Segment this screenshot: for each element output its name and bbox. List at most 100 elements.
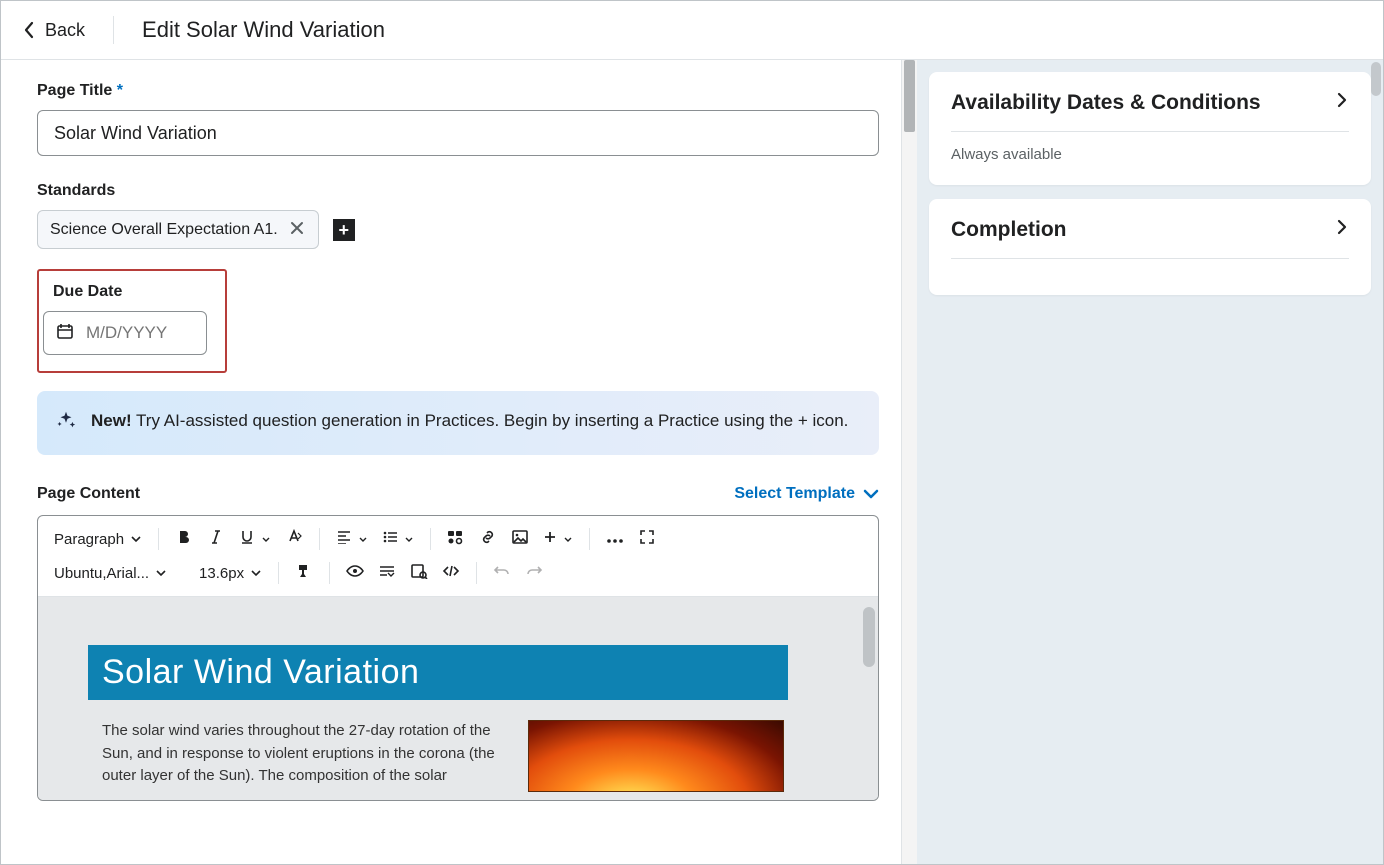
more-actions-button[interactable] (600, 524, 630, 554)
font-family-select[interactable]: Ubuntu,Arial... (48, 558, 173, 588)
toolbar-separator (589, 528, 590, 550)
doc-title: Solar Wind Variation (88, 645, 788, 700)
toolbar-separator (476, 562, 477, 584)
underline-button[interactable] (233, 524, 277, 554)
availability-header[interactable]: Availability Dates & Conditions (951, 90, 1349, 115)
toolbar-separator (430, 528, 431, 550)
chevron-down-icon (563, 531, 573, 548)
doc-image-sun (528, 720, 784, 792)
main-pane: Page Title * Standards Science Overall E… (1, 59, 917, 864)
side-scrollbar-thumb[interactable] (1371, 62, 1381, 96)
editor-canvas[interactable]: Solar Wind Variation The solar wind vari… (38, 597, 878, 800)
doc-paragraph: The solar wind varies throughout the 27-… (102, 720, 502, 792)
text-color-button[interactable] (279, 524, 309, 554)
fullscreen-icon (639, 529, 655, 549)
back-label: Back (45, 20, 85, 41)
availability-status: Always available (951, 146, 1349, 163)
due-date-input-wrap[interactable] (43, 311, 207, 355)
add-standard-button[interactable]: + (333, 219, 355, 241)
required-mark: * (117, 82, 123, 99)
card-divider (951, 131, 1349, 132)
due-date-label: Due Date (53, 283, 207, 301)
chevron-down-icon (863, 488, 879, 500)
editor-document: Solar Wind Variation The solar wind vari… (88, 645, 788, 792)
word-count-button[interactable] (372, 558, 402, 588)
bold-icon (176, 529, 192, 549)
ai-banner: New! Try AI-assisted question generation… (37, 391, 879, 455)
block-format-select[interactable]: Paragraph (48, 524, 148, 554)
sparkle-icon (55, 409, 77, 439)
standards-field: Standards Science Overall Expectation A1… (37, 182, 887, 249)
format-painter-button[interactable] (289, 558, 319, 588)
card-divider (951, 258, 1349, 259)
align-left-icon (336, 530, 352, 548)
main-scrollbar[interactable] (901, 60, 917, 864)
chevron-right-icon (1335, 90, 1349, 115)
undo-icon (493, 564, 511, 582)
plus-icon (543, 530, 557, 548)
eye-icon (346, 564, 364, 582)
insert-more-button[interactable] (537, 524, 579, 554)
chevron-right-icon (1335, 217, 1349, 242)
redo-icon (525, 564, 543, 582)
app-header: Back Edit Solar Wind Variation (1, 1, 1383, 59)
main-scrollbar-thumb[interactable] (904, 60, 915, 132)
preview-button[interactable] (404, 558, 434, 588)
chevron-down-icon (155, 565, 167, 582)
remove-chip-button[interactable] (288, 219, 306, 240)
insert-stuff-button[interactable] (441, 524, 471, 554)
text-color-icon (285, 529, 303, 549)
code-icon (442, 564, 460, 582)
bold-button[interactable] (169, 524, 199, 554)
align-button[interactable] (330, 524, 374, 554)
editor-toolbar: Paragraph (38, 516, 878, 597)
calendar-icon (56, 322, 74, 345)
page-title-label: Page Title (37, 82, 112, 99)
page-title: Edit Solar Wind Variation (142, 17, 385, 43)
completion-card: Completion (929, 199, 1371, 295)
word-count-icon (378, 564, 396, 582)
select-template-button[interactable]: Select Template (734, 485, 879, 503)
page-content-header: Page Content Select Template (37, 485, 879, 503)
editor-scrollbar[interactable] (863, 607, 875, 667)
rich-text-editor: Paragraph (37, 515, 879, 801)
fullscreen-button[interactable] (632, 524, 662, 554)
completion-header[interactable]: Completion (951, 217, 1349, 242)
due-date-field: Due Date (37, 269, 227, 373)
accessibility-button[interactable] (340, 558, 370, 588)
redo-button[interactable] (519, 558, 549, 588)
image-button[interactable] (505, 524, 535, 554)
completion-title: Completion (951, 218, 1067, 242)
standards-chip[interactable]: Science Overall Expectation A1. (37, 210, 319, 249)
ai-banner-text: New! Try AI-assisted question generation… (91, 407, 848, 434)
ai-banner-bold: New! (91, 411, 132, 430)
toolbar-separator (278, 562, 279, 584)
page-title-input[interactable] (37, 110, 879, 156)
font-size-select[interactable]: 13.6px (193, 558, 268, 588)
italic-button[interactable] (201, 524, 231, 554)
more-icon (606, 531, 624, 548)
back-button[interactable]: Back (23, 16, 85, 45)
close-icon (290, 221, 304, 238)
standards-chip-label: Science Overall Expectation A1. (50, 221, 278, 239)
standards-label: Standards (37, 182, 887, 200)
undo-button[interactable] (487, 558, 517, 588)
due-date-input[interactable] (84, 322, 194, 344)
page-title-field: Page Title * (37, 82, 887, 156)
chevron-down-icon (130, 531, 142, 548)
availability-card: Availability Dates & Conditions Always a… (929, 72, 1371, 185)
image-icon (511, 529, 529, 549)
italic-icon (208, 529, 224, 549)
header-divider (113, 16, 114, 44)
list-icon (382, 530, 398, 548)
link-button[interactable] (473, 524, 503, 554)
list-button[interactable] (376, 524, 420, 554)
source-code-button[interactable] (436, 558, 466, 588)
availability-title: Availability Dates & Conditions (951, 91, 1261, 115)
plus-icon: + (338, 221, 349, 239)
insert-stuff-icon (447, 529, 465, 549)
side-panel: Availability Dates & Conditions Always a… (917, 59, 1383, 864)
page-content-label: Page Content (37, 485, 140, 503)
font-size-label: 13.6px (199, 565, 244, 582)
link-icon (479, 529, 497, 549)
